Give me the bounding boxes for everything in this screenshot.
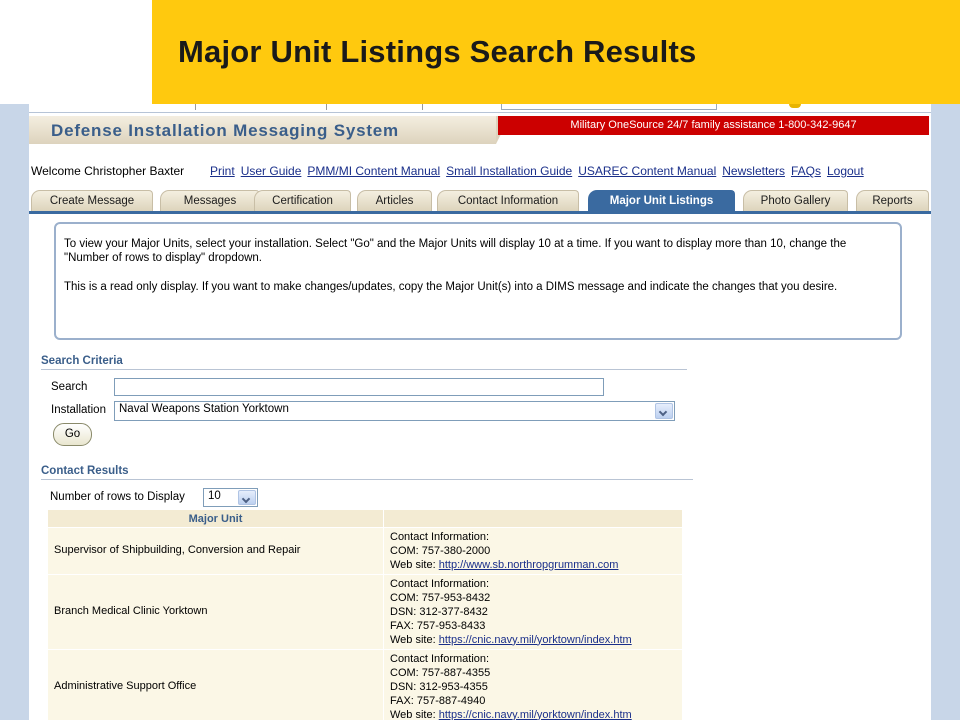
slide-corner	[0, 0, 152, 104]
installation-label: Installation	[51, 404, 106, 416]
major-unit-name: Branch Medical Clinic Yorktown	[47, 574, 384, 651]
contact-web: Web site: https://cnic.navy.mil/yorktown…	[390, 709, 676, 720]
assistance-banner: Military OneSource 24/7 family assistanc…	[498, 116, 929, 135]
contact-web: Web site: http://www.sb.northropgrumman.…	[390, 559, 676, 573]
nav-link-logout[interactable]: Logout	[827, 164, 864, 178]
nav-link-usarec-content-manual[interactable]: USAREC Content Manual	[578, 164, 716, 178]
tab-messages[interactable]: Messages	[160, 190, 260, 211]
major-unit-name: Supervisor of Shipbuilding, Conversion a…	[47, 526, 384, 576]
table-row: Administrative Support Office Contact In…	[47, 649, 683, 720]
browser-page: Defense Installation Messaging System Mi…	[29, 104, 931, 720]
contact-info-header: Contact Information:	[390, 531, 490, 543]
nav-link-user-guide[interactable]: User Guide	[241, 164, 302, 178]
tab-articles[interactable]: Articles	[357, 190, 432, 211]
chevron-down-icon[interactable]	[655, 403, 673, 419]
slide-title-banner: Major Unit Listings Search Results	[152, 0, 960, 104]
contact-info-cell: Contact Information: COM: 757-380-2000 W…	[383, 526, 683, 576]
app-title-bar: Defense Installation Messaging System	[29, 116, 510, 144]
search-input[interactable]	[114, 378, 604, 396]
app-title: Defense Installation Messaging System	[51, 121, 399, 140]
search-label: Search	[51, 381, 88, 393]
contact-com: COM: 757-887-4355	[390, 667, 491, 680]
tab-reports[interactable]: Reports	[856, 190, 929, 211]
contact-info-header: Contact Information:	[390, 578, 490, 591]
search-criteria-heading: Search Criteria	[41, 355, 687, 370]
contact-web: Web site: https://cnic.navy.mil/yorktown…	[390, 634, 676, 648]
nav-link-print[interactable]: Print	[210, 164, 235, 178]
table-header-row: Major Unit	[47, 509, 683, 528]
tab-certification[interactable]: Certification	[254, 190, 351, 211]
contact-info-cell: Contact Information: COM: 757-887-4355 D…	[383, 649, 683, 720]
welcome-text: Welcome Christopher Baxter	[31, 164, 185, 178]
installation-select[interactable]: Naval Weapons Station Yorktown	[114, 401, 675, 421]
instructions-box: To view your Major Units, select your in…	[54, 222, 902, 340]
rows-to-display-select[interactable]: 10	[203, 488, 258, 507]
tab-major-unit-listings[interactable]: Major Unit Listings	[588, 190, 735, 211]
web-site-label: Web site:	[390, 708, 436, 720]
web-site-label: Web site:	[390, 558, 436, 571]
major-unit-name: Administrative Support Office	[47, 649, 384, 720]
cropped-search-box	[501, 104, 717, 110]
nav-link-faqs[interactable]: FAQs	[791, 164, 821, 178]
contact-dsn: DSN: 312-953-4355	[390, 680, 488, 693]
table-row: Supervisor of Shipbuilding, Conversion a…	[47, 526, 683, 576]
contact-com: COM: 757-953-8432	[390, 592, 491, 605]
web-site-label: Web site:	[390, 633, 436, 646]
web-site-link[interactable]: https://cnic.navy.mil/yorktown/index.htm	[439, 634, 632, 646]
cropped-icon	[789, 104, 801, 108]
contact-results-heading: Contact Results	[41, 465, 693, 480]
contact-info-header: Contact Information:	[390, 653, 490, 666]
chevron-down-icon[interactable]	[238, 490, 256, 505]
go-button[interactable]: Go	[53, 423, 92, 446]
installation-selected-value: Naval Weapons Station Yorktown	[119, 403, 289, 415]
tab-photo-gallery[interactable]: Photo Gallery	[743, 190, 848, 211]
nav-link-pmm-mi-content-manual[interactable]: PMM/MI Content Manual	[307, 164, 440, 178]
slide-title: Major Unit Listings Search Results	[178, 34, 697, 69]
table-row: Branch Medical Clinic Yorktown Contact I…	[47, 574, 683, 651]
contact-fax: FAX: 757-887-4940	[390, 694, 486, 707]
web-site-link[interactable]: https://cnic.navy.mil/yorktown/index.htm	[439, 709, 632, 720]
column-header-major-unit: Major Unit	[47, 509, 384, 528]
screenshot-frame: Defense Installation Messaging System Mi…	[0, 104, 960, 720]
contact-com: COM: 757-380-2000	[390, 544, 491, 557]
tab-bar: Create Message Messages Certification Ar…	[29, 190, 931, 214]
contact-info-cell: Contact Information: COM: 757-953-8432 D…	[383, 574, 683, 651]
top-nav-links: Print User Guide PMM/MI Content Manual Smal…	[210, 164, 870, 178]
results-table: Major Unit Supervisor of Shipbuilding, C…	[47, 509, 683, 720]
instructions-paragraph-2: This is a read only display. If you want…	[64, 281, 838, 293]
tab-contact-information[interactable]: Contact Information	[437, 190, 579, 211]
instructions-paragraph-1: To view your Major Units, select your in…	[64, 238, 847, 264]
contact-fax: FAX: 757-953-8433	[390, 619, 486, 632]
nav-link-small-installation-guide[interactable]: Small Installation Guide	[446, 164, 572, 178]
cropped-toolbar-strip	[29, 104, 931, 113]
tab-create-message[interactable]: Create Message	[31, 190, 153, 211]
nav-link-newsletters[interactable]: Newsletters	[722, 164, 785, 178]
contact-dsn: DSN: 312-377-8432	[390, 605, 488, 618]
rows-to-display-label: Number of rows to Display	[50, 491, 185, 503]
column-header-contact	[383, 509, 683, 528]
rows-to-display-value: 10	[208, 490, 221, 502]
web-site-link[interactable]: http://www.sb.northropgrumman.com	[439, 559, 619, 571]
